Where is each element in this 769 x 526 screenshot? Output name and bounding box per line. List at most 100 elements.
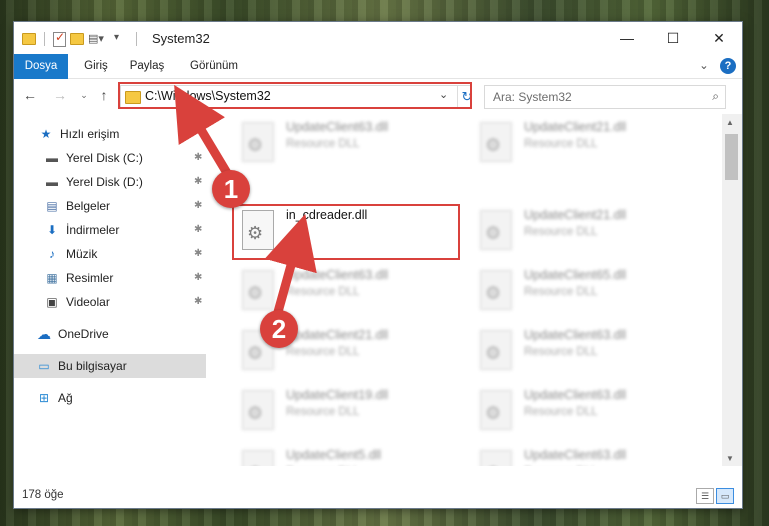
dll-file-icon [480,270,512,310]
file-name: UpdateClient63.dll [524,388,627,402]
window-title: System32 [152,31,210,46]
search-placeholder: Ara: System32 [493,90,572,104]
tab-gorunum[interactable]: Görünüm [182,54,246,78]
search-icon[interactable]: ⌕ [712,89,719,104]
item-count: 178 öğe [22,489,64,501]
pin-icon: ✱ [194,200,203,211]
sidebar-item-local-disk-d[interactable]: ▬ Yerel Disk (D:) ✱ [14,170,206,194]
sidebar-item-pictures[interactable]: ▦ Resimler ✱ [14,266,206,290]
dll-file-icon [480,122,512,162]
expand-ribbon-icon[interactable]: ⌄ [696,54,712,78]
sidebar-item-onedrive[interactable]: ☁ OneDrive [14,322,206,346]
sidebar-item-network[interactable]: ⊞ Ağ [14,386,206,410]
dll-file-icon [242,270,274,310]
sidebar-item-music[interactable]: ♪ Müzik ✱ [14,242,206,266]
sidebar-item-documents[interactable]: ▤ Belgeler ✱ [14,194,206,218]
sidebar-item-local-disk-c[interactable]: ▬ Yerel Disk (C:) ✱ [14,146,206,170]
up-button[interactable]: ↑ [96,87,112,103]
download-icon: ⬇ [46,223,58,237]
file-item[interactable]: UpdateClient63.dll Resource DLL [236,118,456,170]
file-type: Resource DLL [524,286,598,298]
pin-icon: ✱ [194,272,203,283]
details-view-icon[interactable]: ☰ [696,488,714,504]
sidebar-item-label: Bu bilgisayar [58,359,127,373]
sidebar-item-label: Yerel Disk (C:) [66,151,143,165]
properties-icon[interactable] [53,30,66,47]
sidebar-item-label: OneDrive [58,327,109,341]
new-folder-icon[interactable] [70,33,84,45]
file-name: UpdateClient63.dll [286,120,389,134]
pin-icon: ✱ [194,296,203,307]
file-highlight-box [232,204,460,260]
videos-icon: ▣ [46,295,58,309]
sidebar-item-videos[interactable]: ▣ Videolar ✱ [14,290,206,314]
file-type: Resource DLL [286,406,360,418]
scrollbar-thumb[interactable] [725,134,738,180]
file-name: UpdateClient63.dll [286,268,389,282]
file-type: Resource DLL [524,138,598,150]
file-item[interactable]: UpdateClient63.dll Resource DLL [474,386,694,438]
navigation-bar: ← → ⌄ ↑ C:\Windows\System32 ⌄ ↻ Ara: Sys… [14,79,742,113]
dll-file-icon [480,390,512,430]
tab-paylas[interactable]: Paylaş [122,54,172,78]
search-input[interactable]: Ara: System32 ⌕ [484,85,726,109]
file-type: Resource DLL [286,346,360,358]
network-icon: ⊞ [38,391,50,405]
pin-icon: ✱ [194,224,203,235]
scroll-up-icon[interactable]: ▲ [726,118,734,127]
title-bar: ▤▾ ▾ System32 — ☐ ✕ [14,22,742,54]
dll-file-icon [242,450,274,466]
file-item[interactable]: UpdateClient65.dll Resource DLL [474,266,694,318]
step-2-badge: 2 [260,310,298,348]
customize-toolbar-icon[interactable]: ▤▾ [88,32,110,46]
pin-icon: ✱ [194,176,203,187]
computer-icon: ▭ [38,359,50,373]
sidebar-item-quick-access[interactable]: ★ Hızlı erişim [14,122,206,146]
file-item[interactable]: UpdateClient21.dll Resource DLL [474,206,694,258]
sidebar-item-label: Belgeler [66,199,111,213]
maximize-button[interactable]: ☐ [650,22,696,54]
file-name: UpdateClient65.dll [524,268,627,282]
quick-access-toolbar: ▤▾ ▾ [22,30,141,48]
sidebar-item-label: Videolar [66,295,110,309]
toolbar-dropdown-icon[interactable]: ▾ [114,32,128,46]
tab-giris[interactable]: Giriş [76,54,116,78]
dll-file-icon [480,330,512,370]
sidebar-item-downloads[interactable]: ⬇ İndirmeler ✱ [14,218,206,242]
toolbar-divider [44,32,45,46]
sidebar-item-label: Hızlı erişim [60,127,120,141]
file-type: Resource DLL [286,138,360,150]
file-item[interactable]: UpdateClient19.dll Resource DLL [236,386,456,438]
file-name: UpdateClient21.dll [286,328,389,342]
dll-file-icon [480,210,512,250]
file-item[interactable]: UpdateClient63.dll Resource DLL [236,266,456,318]
large-icons-view-icon[interactable]: ▭ [716,488,734,504]
close-button[interactable]: ✕ [696,22,742,54]
file-item[interactable]: UpdateClient63.dll Resource DLL [474,326,694,378]
file-item[interactable]: UpdateClient21.dll Resource DLL [474,118,694,170]
vertical-scrollbar[interactable]: ▲ ▼ [722,114,742,466]
file-list: UpdateClient63.dll Resource DLL in_cdrea… [210,114,722,466]
navigation-pane: ★ Hızlı erişim ▬ Yerel Disk (C:) ✱ ▬ Yer… [14,114,206,466]
sidebar-item-label: Ağ [58,391,73,405]
explorer-window: ▤▾ ▾ System32 — ☐ ✕ Dosya Giriş Paylaş G… [14,22,742,508]
pictures-icon: ▦ [46,271,58,285]
help-icon[interactable]: ? [720,58,736,74]
scroll-down-icon[interactable]: ▼ [726,454,734,463]
ribbon-tabs: Dosya Giriş Paylaş Görünüm ⌄ ? [14,54,742,106]
folder-icon[interactable] [22,33,36,45]
forward-button[interactable]: → [52,87,68,103]
star-icon: ★ [40,127,52,141]
sidebar-item-this-pc[interactable]: ▭ Bu bilgisayar [14,354,206,378]
file-item[interactable]: UpdateClient5.dll Resource DLL [236,446,456,466]
file-item[interactable]: UpdateClient63.dll Resource DLL [474,446,694,466]
minimize-button[interactable]: — [604,22,650,54]
recent-locations-button[interactable]: ⌄ [76,87,92,103]
back-button[interactable]: ← [22,87,38,103]
pin-icon: ✱ [194,248,203,259]
address-bar-highlight [118,82,472,109]
step-1-badge: 1 [212,170,250,208]
file-name: UpdateClient5.dll [286,448,382,462]
sidebar-item-label: Yerel Disk (D:) [66,175,143,189]
music-icon: ♪ [49,247,55,261]
